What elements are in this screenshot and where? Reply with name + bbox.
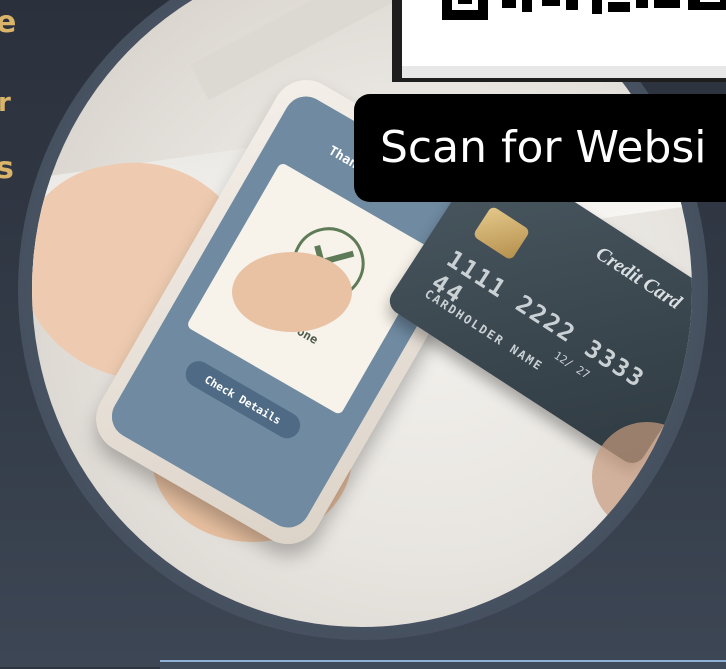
qr-divider — [402, 66, 726, 78]
card-hand — [592, 422, 692, 532]
bottom-bar — [160, 660, 726, 669]
left-text-line: r — [0, 88, 11, 118]
hand-finger — [232, 252, 352, 332]
scan-banner-text: Scan for Websi — [380, 122, 707, 173]
chip-icon — [472, 205, 531, 261]
left-text-line: e — [0, 5, 17, 40]
qr-code-icon[interactable] — [402, 0, 726, 66]
qr-code-frame — [392, 0, 726, 82]
left-text-line: s — [0, 151, 14, 186]
scan-banner: Scan for Websi — [354, 94, 726, 202]
card-title: Credit Card — [591, 242, 686, 314]
